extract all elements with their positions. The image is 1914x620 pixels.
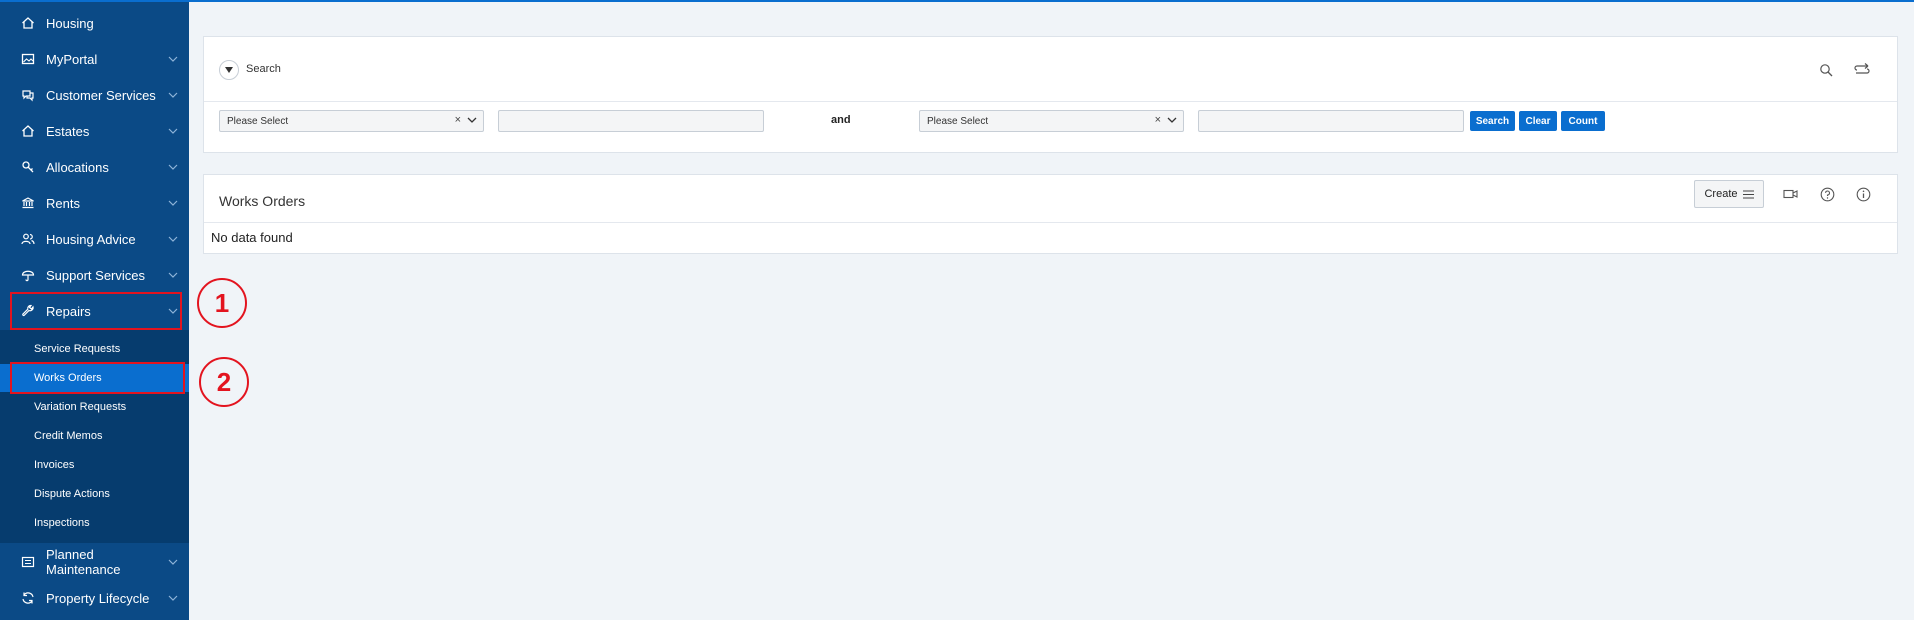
sidebar-item-housing-advice[interactable]: Housing Advice <box>0 221 189 257</box>
works-orders-title: Works Orders <box>219 193 306 209</box>
filter-select-2[interactable]: Please Select × <box>919 110 1184 132</box>
menu-icon <box>1742 189 1754 199</box>
bank-icon <box>18 193 38 213</box>
list-icon <box>18 552 38 572</box>
chevron-down-icon[interactable] <box>167 56 179 62</box>
divider <box>204 222 1897 223</box>
highlight-works-orders <box>10 362 185 394</box>
highlight-repairs <box>10 292 182 330</box>
sidebar-item-label: Housing Advice <box>46 231 136 247</box>
clear-icon[interactable]: × <box>1155 114 1161 126</box>
sidebar-item-allocations[interactable]: Allocations <box>0 149 189 185</box>
sidebar-item-estates[interactable]: Estates <box>0 113 189 149</box>
create-button[interactable]: Create <box>1694 180 1764 208</box>
sidebar-subitem-dispute-actions[interactable]: Dispute Actions <box>0 480 189 508</box>
step-1-callout: 1 <box>197 278 247 328</box>
help-icon[interactable] <box>1818 185 1836 203</box>
sidebar-item-customer-services[interactable]: Customer Services <box>0 77 189 113</box>
search-region: Search Please Select × and Please Select… <box>203 36 1898 153</box>
sidebar-subitem-credit-memos[interactable]: Credit Memos <box>0 422 189 450</box>
sidebar-subitem-invoices[interactable]: Invoices <box>0 451 189 479</box>
search-title: Search <box>246 63 281 75</box>
and-label: and <box>831 114 851 126</box>
clear-button[interactable]: Clear <box>1519 111 1557 131</box>
sidebar-item-planned-maintenance[interactable]: Planned Maintenance <box>0 544 189 580</box>
filter-value-input-1[interactable] <box>498 110 764 132</box>
search-button[interactable]: Search <box>1470 111 1515 131</box>
collapse-toggle[interactable] <box>219 60 239 80</box>
chevron-down-icon[interactable] <box>167 236 179 242</box>
chevron-down-icon[interactable] <box>167 164 179 170</box>
sidebar-item-label: Rents <box>46 195 80 211</box>
video-icon[interactable] <box>1782 185 1800 203</box>
filter-value-input-2[interactable] <box>1198 110 1464 132</box>
chevron-down-icon[interactable] <box>167 128 179 134</box>
sidebar-item-label: Estates <box>46 123 90 139</box>
clear-icon[interactable]: × <box>455 114 461 126</box>
home-icon <box>18 121 38 141</box>
sidebar-item-rents[interactable]: Rents <box>0 185 189 221</box>
empty-message: No data found <box>211 230 293 245</box>
sidebar-item-label: MyPortal <box>46 51 98 67</box>
search-header: Search <box>204 37 1897 102</box>
search-icon[interactable] <box>1817 61 1835 79</box>
sidebar-subitem-variation-requests[interactable]: Variation Requests <box>0 393 189 421</box>
sidebar-subitem-service-requests[interactable]: Service Requests <box>0 335 189 363</box>
chevron-down-icon[interactable] <box>167 272 179 278</box>
sidebar-item-housing[interactable]: Housing <box>0 5 189 41</box>
works-orders-region: Works Orders Create No data found <box>203 174 1898 254</box>
sidebar-item-property-lifecycle[interactable]: Property Lifecycle <box>0 580 189 616</box>
sidebar-item-label: Allocations <box>46 159 109 175</box>
sidebar-item-myportal[interactable]: MyPortal <box>0 41 189 77</box>
chevron-down-icon[interactable] <box>467 116 477 127</box>
sidebar-item-label: Support Services <box>46 267 145 283</box>
sidebar-item-label: Customer Services <box>46 87 156 103</box>
refresh-icon <box>18 588 38 608</box>
umbrella-icon <box>18 265 38 285</box>
info-icon[interactable] <box>1854 185 1872 203</box>
chevron-down-icon[interactable] <box>1167 116 1177 127</box>
home-icon <box>18 13 38 33</box>
users-icon <box>18 229 38 249</box>
sidebar-item-support-services[interactable]: Support Services <box>0 257 189 293</box>
chevron-down-icon[interactable] <box>167 200 179 206</box>
reset-icon[interactable] <box>1853 61 1871 79</box>
sidebar-subitem-inspections[interactable]: Inspections <box>0 509 189 537</box>
sidebar-item-label: Housing <box>46 15 94 31</box>
sidebar-item-label: Planned Maintenance <box>46 547 121 577</box>
filter-select-1[interactable]: Please Select × <box>219 110 484 132</box>
count-button[interactable]: Count <box>1561 111 1605 131</box>
step-2-callout: 2 <box>199 357 249 407</box>
image-icon <box>18 49 38 69</box>
sidebar-item-label: Property Lifecycle <box>46 590 150 606</box>
chevron-down-icon[interactable] <box>167 559 179 565</box>
chat-icon <box>18 85 38 105</box>
chevron-down-icon[interactable] <box>167 595 179 601</box>
caret-down-icon <box>225 67 233 73</box>
chevron-down-icon[interactable] <box>167 92 179 98</box>
key-icon <box>18 157 38 177</box>
